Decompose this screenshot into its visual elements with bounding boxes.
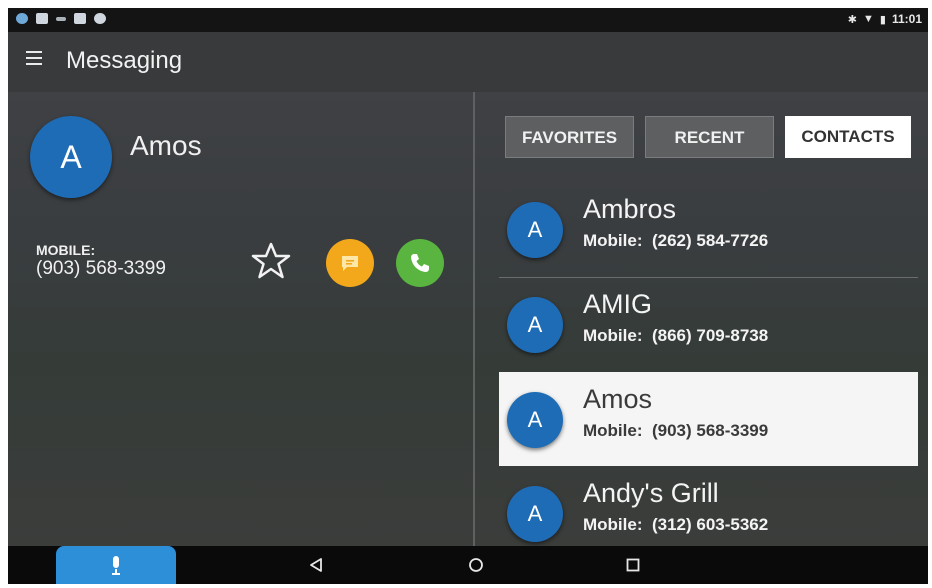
phone-number: (262) 584-7726 [651, 231, 769, 250]
mobile-number: (903) 568-3399 [36, 258, 166, 279]
phone-label: Mobile: [583, 421, 643, 440]
message-button[interactable] [326, 239, 374, 287]
back-button[interactable] [308, 557, 324, 578]
phone-label: Mobile: [583, 231, 643, 250]
contact-avatar: A [507, 202, 563, 258]
contact-phone-line: Mobile: (866) 709-8738 [583, 326, 768, 346]
recents-icon [626, 558, 640, 572]
phone-label: Mobile: [583, 515, 643, 534]
contact-avatar: A [507, 392, 563, 448]
battery-icon: ▮ [879, 13, 886, 26]
contact-avatar: A [30, 116, 112, 198]
image-icon [36, 13, 48, 24]
hamburger-menu-icon[interactable] [26, 51, 42, 67]
bluetooth-icon: ✱ [847, 13, 858, 26]
contact-name: Ambros [583, 194, 677, 224]
back-icon [310, 558, 322, 572]
home-button[interactable] [468, 557, 484, 578]
app-toolbar: Messaging [8, 32, 928, 92]
phone-number: (903) 568-3399 [651, 421, 769, 440]
status-bar: ✱ ▼ ▮ 11:01 [8, 8, 928, 32]
call-button[interactable] [396, 239, 444, 287]
contact-row-amos[interactable]: A Amos Mobile: (903) 568-3399 [499, 372, 918, 466]
star-icon [251, 242, 291, 279]
contact-phone-line: Mobile: (262) 584-7726 [583, 231, 768, 251]
phone-icon [411, 254, 429, 272]
message-icon [342, 256, 358, 271]
home-icon [469, 558, 483, 572]
wifi-icon: ▼ [863, 13, 874, 25]
globe-icon [16, 13, 28, 24]
recents-button[interactable] [626, 558, 640, 577]
contact-phone-line: Mobile: (903) 568-3399 [583, 421, 768, 441]
mobile-label: MOBILE: [36, 242, 96, 258]
contact-avatar: A [507, 297, 563, 353]
tab-favorites[interactable]: FAVORITES [505, 116, 634, 158]
favorite-star-button[interactable] [250, 240, 292, 282]
contact-name: Amos [583, 384, 653, 414]
main-content: A Amos MOBILE: (903) 568-3399 FAVORITES … [8, 92, 928, 546]
signal-icon [56, 16, 66, 21]
microphone-icon [112, 556, 120, 575]
contact-avatar: A [507, 486, 563, 542]
contact-name: Andy's Grill [583, 478, 719, 508]
contact-name: Amos [130, 130, 202, 161]
mail-icon [74, 13, 86, 24]
app-title: Messaging [66, 47, 183, 74]
contact-row-amig[interactable]: A AMIG Mobile: (866) 709-8738 [499, 277, 918, 371]
phone-number: (866) 709-8738 [651, 326, 769, 345]
phone-label: Mobile: [583, 326, 643, 345]
voice-input-button[interactable] [56, 546, 176, 584]
contact-name: AMIG [583, 289, 653, 319]
notification-icons [16, 13, 106, 24]
android-icon [94, 13, 106, 24]
tab-recent[interactable]: RECENT [645, 116, 774, 158]
device-screen: ✱ ▼ ▮ 11:01 Messaging A Amos MOBILE: (90… [8, 8, 928, 584]
pane-divider [473, 92, 475, 546]
phone-number: (312) 603-5362 [651, 515, 769, 534]
system-icons: ✱ ▼ ▮ 11:01 [848, 12, 922, 26]
status-time: 11:01 [891, 12, 922, 26]
contact-row-ambros[interactable]: A Ambros Mobile: (262) 584-7726 [499, 182, 918, 276]
tab-contacts[interactable]: CONTACTS [785, 116, 911, 158]
navigation-bar [8, 546, 928, 584]
contact-phone-line: Mobile: (312) 603-5362 [583, 515, 768, 535]
